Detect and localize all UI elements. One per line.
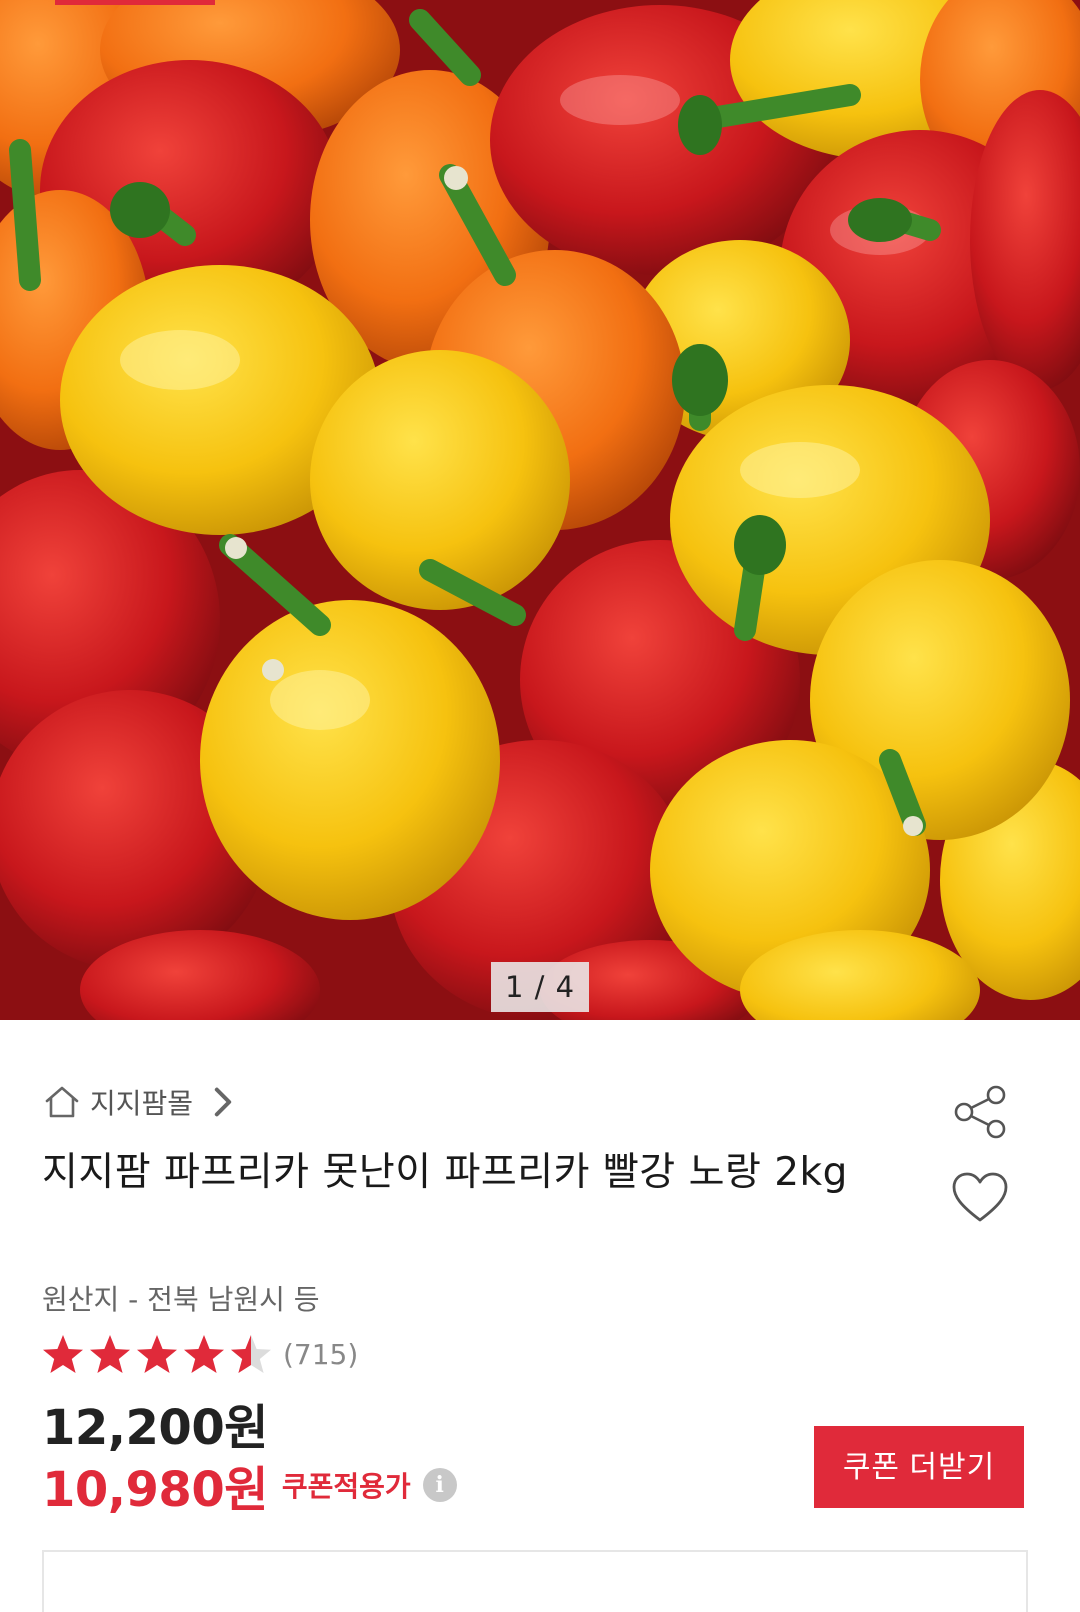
info-icon[interactable]: i [422,1468,457,1502]
wishlist-button[interactable] [950,1170,1010,1226]
get-more-coupons-button[interactable]: 쿠폰 더받기 [814,1426,1024,1508]
sale-price-row: 10,980원 쿠폰적용가 i [42,1450,457,1520]
store-name: 지지팜몰 [90,1087,194,1120]
gallery-counter: 1 / 4 [491,962,589,1012]
product-origin: 원산지 - 전북 남원시 등 [42,1283,320,1316]
chevron-right-icon [214,1087,232,1117]
star-icon-full [137,1335,177,1373]
coupon-price-label: 쿠폰적용가 [281,1470,411,1503]
original-price: 12,200원 [42,1400,268,1456]
share-icon [954,1085,1006,1139]
star-icon-half [231,1335,271,1373]
review-count: (715) [283,1337,359,1371]
product-title: 지지팜 파프리카 못난이 파프리카 빨강 노랑 2kg [42,1150,848,1195]
store-link[interactable]: 지지팜몰 [44,1082,241,1122]
star-icon-full [184,1335,224,1373]
gallery-progress-indicator [55,0,215,5]
home-icon [45,1086,79,1118]
rating-summary[interactable]: (715) [40,1332,358,1376]
product-info-panel: 지지팜몰 지지팜 파프리카 못난이 파프리카 빨강 노랑 2kg 원산지 - 전… [0,1020,1080,1612]
product-image [0,0,1080,1020]
share-button[interactable] [950,1082,1010,1142]
next-section-container [42,1550,1028,1612]
heart-icon [952,1172,1008,1222]
product-image-gallery[interactable]: 1 / 4 [0,0,1080,1020]
star-icon-full [43,1335,83,1373]
star-icon-full [90,1335,130,1373]
star-rating [40,1332,275,1376]
sale-price: 10,980원 [42,1462,268,1518]
